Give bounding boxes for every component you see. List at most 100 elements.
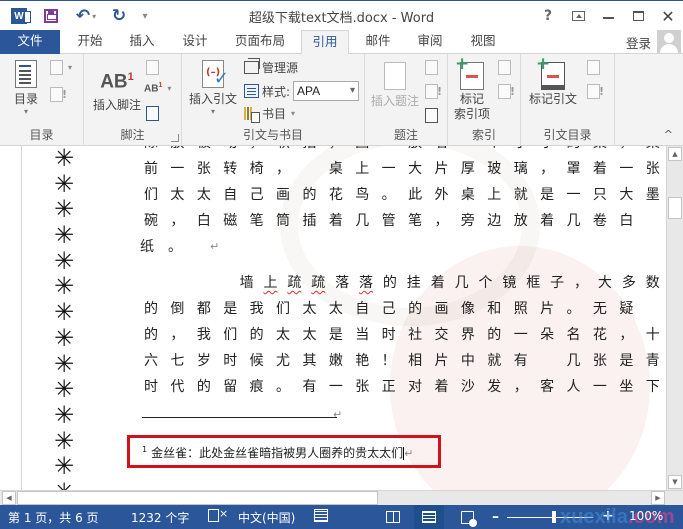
text-line: 前一张转椅，桌上一大片厚玻璃，罩着一张 bbox=[140, 156, 664, 182]
customize-qat-button[interactable]: ▾ bbox=[132, 5, 158, 27]
maximize-button[interactable] bbox=[623, 1, 653, 31]
text-char: 都 bbox=[196, 301, 211, 317]
tab-review[interactable]: 审阅 bbox=[408, 30, 452, 54]
read-mode-button[interactable] bbox=[378, 505, 408, 529]
citation-style-select[interactable]: APA bbox=[293, 81, 360, 101]
tab-insert[interactable]: 插入 bbox=[120, 30, 164, 54]
text-line: 六七岁时候尤其嫩艳 ！ 相片中就有 几张是青 bbox=[140, 348, 664, 374]
insert-table-of-authorities-button[interactable] bbox=[587, 60, 600, 75]
tab-page-layout[interactable]: 页面布局 bbox=[226, 30, 294, 54]
insert-footnote-button[interactable]: AB1 插入脚注 bbox=[90, 64, 144, 113]
text-char: 。 bbox=[276, 379, 291, 395]
horizontal-scrollbar[interactable]: ◀ ▶ bbox=[0, 490, 683, 505]
cross-reference-button[interactable] bbox=[425, 108, 438, 123]
ribbon-tabs: 文件 开始 插入 设计 页面布局 引用 邮件 审阅 视图 登录 bbox=[0, 30, 683, 55]
help-button[interactable]: ? bbox=[533, 1, 563, 31]
text-char: ， bbox=[615, 146, 637, 156]
footnotes-dialog-launcher[interactable] bbox=[171, 134, 179, 142]
print-layout-button[interactable] bbox=[414, 505, 444, 529]
scroll-down-button[interactable]: ▼ bbox=[668, 475, 682, 489]
group-label-index: 索引 bbox=[471, 128, 496, 142]
left-margin-gutter bbox=[0, 146, 22, 490]
text-char: 的 bbox=[249, 327, 264, 343]
minimize-button[interactable] bbox=[593, 1, 623, 31]
scroll-up-button[interactable]: ▲ bbox=[668, 147, 682, 161]
text-char: 痕 bbox=[249, 379, 264, 395]
chevron-down-icon: ▾ bbox=[167, 83, 172, 93]
word-count-indicator[interactable]: 1232 个字 bbox=[131, 509, 189, 526]
page-number-indicator[interactable]: 第 1 页，共 6 页 bbox=[8, 509, 99, 526]
insert-endnote-button[interactable] bbox=[146, 60, 159, 75]
horizontal-scroll-thumb[interactable] bbox=[17, 491, 379, 505]
scroll-left-button[interactable]: ◀ bbox=[2, 491, 16, 505]
page-border-star: ✳ bbox=[53, 452, 75, 481]
update-index-button[interactable]: ! bbox=[498, 84, 515, 99]
scroll-right-button[interactable]: ▶ bbox=[651, 491, 665, 505]
update-figures-table-button[interactable]: ! bbox=[425, 84, 442, 99]
manage-sources-button[interactable]: 管理源 bbox=[244, 58, 298, 76]
zoom-slider-thumb[interactable] bbox=[552, 511, 556, 523]
mark-entry-icon: + bbox=[455, 56, 484, 90]
update-authorities-table-button[interactable]: ! bbox=[587, 84, 604, 99]
tab-design[interactable]: 设计 bbox=[173, 30, 217, 54]
text-char: 放 bbox=[166, 146, 188, 156]
page-border-star: ✳ bbox=[53, 349, 75, 378]
text-char: 艳 bbox=[355, 353, 370, 369]
text-char: 一 bbox=[381, 161, 396, 177]
text-char: 子 bbox=[550, 275, 565, 291]
collapse-ribbon-button[interactable]: ^ bbox=[664, 128, 673, 141]
mark-citation-button[interactable]: + 标记引文 bbox=[525, 56, 581, 107]
text-char: 小 bbox=[510, 146, 532, 156]
insert-caption-button[interactable]: 插入题注 bbox=[369, 62, 421, 109]
zoom-in-button[interactable]: + bbox=[602, 508, 614, 524]
avatar[interactable] bbox=[657, 30, 681, 53]
insert-table-of-figures-button[interactable] bbox=[425, 60, 438, 75]
macro-recording-icon[interactable] bbox=[314, 509, 328, 522]
update-table-icon: ! bbox=[425, 84, 442, 99]
next-footnote-button[interactable]: AB1 ▾ bbox=[144, 82, 171, 94]
text-char: 鸟 bbox=[355, 187, 370, 203]
document-area[interactable]: ✳✳✳✳✳✳✳✳✳✳✳✳✳✳ 隙放被动，软拍，图一放者一个小小的案，案 前一张转… bbox=[0, 146, 666, 490]
zoom-slider[interactable] bbox=[507, 517, 593, 518]
mark-entry-button[interactable]: + 标记 索引项 bbox=[452, 56, 492, 122]
group-footnotes: AB1 插入脚注 AB1 ▾ 脚注 bbox=[84, 54, 182, 146]
text-line: 的倒都是我们太太自己的画像和照片。无疑 bbox=[140, 296, 664, 322]
table-of-contents-button[interactable]: 目录 ▾ bbox=[8, 60, 44, 117]
text-char: 相 bbox=[408, 353, 423, 369]
ribbon: 目录 ▾ ▾ ! 目录 AB1 插入脚注 AB1 ▾ 脚注 (–) ✓ 插入引文… bbox=[0, 54, 683, 146]
text-line: 墙上疏疏落落的挂着几个镜框子，大多数 bbox=[140, 270, 664, 296]
ribbon-display-options-button[interactable] bbox=[563, 1, 593, 31]
paragraph-mark: ↵ bbox=[210, 240, 220, 253]
redo-button[interactable]: ↻ bbox=[106, 5, 132, 27]
show-notes-button[interactable] bbox=[146, 106, 159, 121]
insert-citation-button[interactable]: (–) ✓ 插入引文 ▾ bbox=[186, 60, 240, 117]
update-table-button[interactable]: ! bbox=[50, 87, 67, 102]
language-indicator[interactable]: 中文(中国) bbox=[238, 509, 295, 526]
tab-view[interactable]: 视图 bbox=[461, 30, 505, 54]
add-text-button[interactable]: ▾ bbox=[50, 60, 72, 75]
zoom-out-button[interactable]: – bbox=[492, 509, 499, 525]
tab-home[interactable]: 开始 bbox=[68, 30, 112, 54]
tab-mailings[interactable]: 邮件 bbox=[356, 30, 400, 54]
save-button[interactable] bbox=[38, 5, 64, 27]
close-button[interactable]: ✕ bbox=[653, 1, 683, 31]
text-char: ， bbox=[325, 146, 347, 156]
bibliography-button[interactable]: 书目 ▾ bbox=[244, 105, 295, 123]
vertical-scrollbar[interactable]: ▲ ▼ bbox=[666, 146, 683, 490]
text-char: 花 bbox=[592, 327, 607, 343]
insert-index-button[interactable] bbox=[498, 60, 511, 75]
text-char: 大 bbox=[597, 275, 612, 291]
undo-button[interactable]: ↶ ▾ bbox=[70, 5, 102, 27]
zoom-level[interactable]: 100% bbox=[629, 509, 663, 523]
word-app-icon[interactable]: W bbox=[6, 5, 32, 27]
sign-in-link[interactable]: 登录 bbox=[626, 33, 651, 52]
ribbon-display-icon bbox=[571, 11, 585, 21]
table-of-figures-icon bbox=[425, 60, 438, 75]
vertical-scroll-thumb[interactable] bbox=[668, 196, 682, 219]
undo-dropdown-icon[interactable]: ▾ bbox=[92, 12, 96, 21]
tab-file[interactable]: 文件 bbox=[0, 30, 60, 54]
tab-references[interactable]: 引用 bbox=[301, 30, 349, 55]
web-layout-button[interactable] bbox=[452, 505, 482, 529]
proofing-icon[interactable] bbox=[208, 507, 228, 522]
footnote[interactable]: 1 金丝雀：此处金丝雀暗指被男人圈养的贵太太们↵ bbox=[142, 444, 413, 461]
